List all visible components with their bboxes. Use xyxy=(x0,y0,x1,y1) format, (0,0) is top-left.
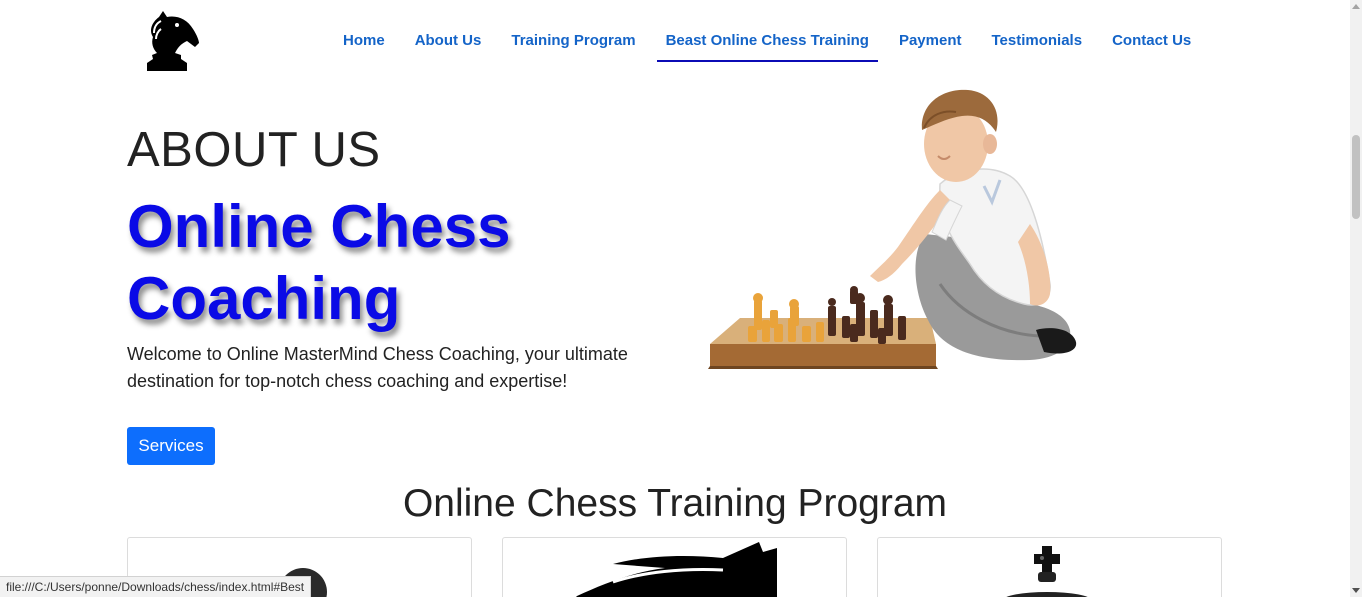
about-us-heading: ABOUT US xyxy=(127,123,381,177)
hero-title: Online Chess Coaching xyxy=(127,193,511,332)
browser-status-bar: file:///C:/Users/ponne/Downloads/chess/i… xyxy=(0,576,312,597)
scroll-up-arrow-icon[interactable] xyxy=(1352,4,1360,9)
scrollbar-thumb[interactable] xyxy=(1352,135,1360,219)
nav-home[interactable]: Home xyxy=(328,22,400,62)
main-nav: Home About Us Training Program Beast Onl… xyxy=(328,22,1206,62)
boy-playing-chess-image xyxy=(708,89,1077,369)
knight-head-icon xyxy=(576,542,777,597)
nav-training-program[interactable]: Training Program xyxy=(496,22,650,62)
scroll-down-arrow-icon[interactable] xyxy=(1352,588,1360,593)
nav-payment[interactable]: Payment xyxy=(884,22,977,62)
training-card-2[interactable] xyxy=(502,537,847,597)
training-card-3[interactable] xyxy=(877,537,1222,597)
services-button[interactable]: Services xyxy=(127,427,215,465)
king-icon xyxy=(1006,546,1088,597)
nav-about-us[interactable]: About Us xyxy=(400,22,497,62)
knight-logo-icon[interactable] xyxy=(143,9,203,73)
nav-testimonials[interactable]: Testimonials xyxy=(976,22,1097,62)
nav-contact-us[interactable]: Contact Us xyxy=(1097,22,1206,62)
nav-beast-online-chess-training[interactable]: Beast Online Chess Training xyxy=(651,22,884,62)
hero-description: Welcome to Online MasterMind Chess Coach… xyxy=(127,344,628,391)
vertical-scrollbar[interactable] xyxy=(1350,0,1362,597)
page: Home About Us Training Program Beast Onl… xyxy=(0,0,1362,597)
training-program-heading: Online Chess Training Program xyxy=(402,482,948,525)
